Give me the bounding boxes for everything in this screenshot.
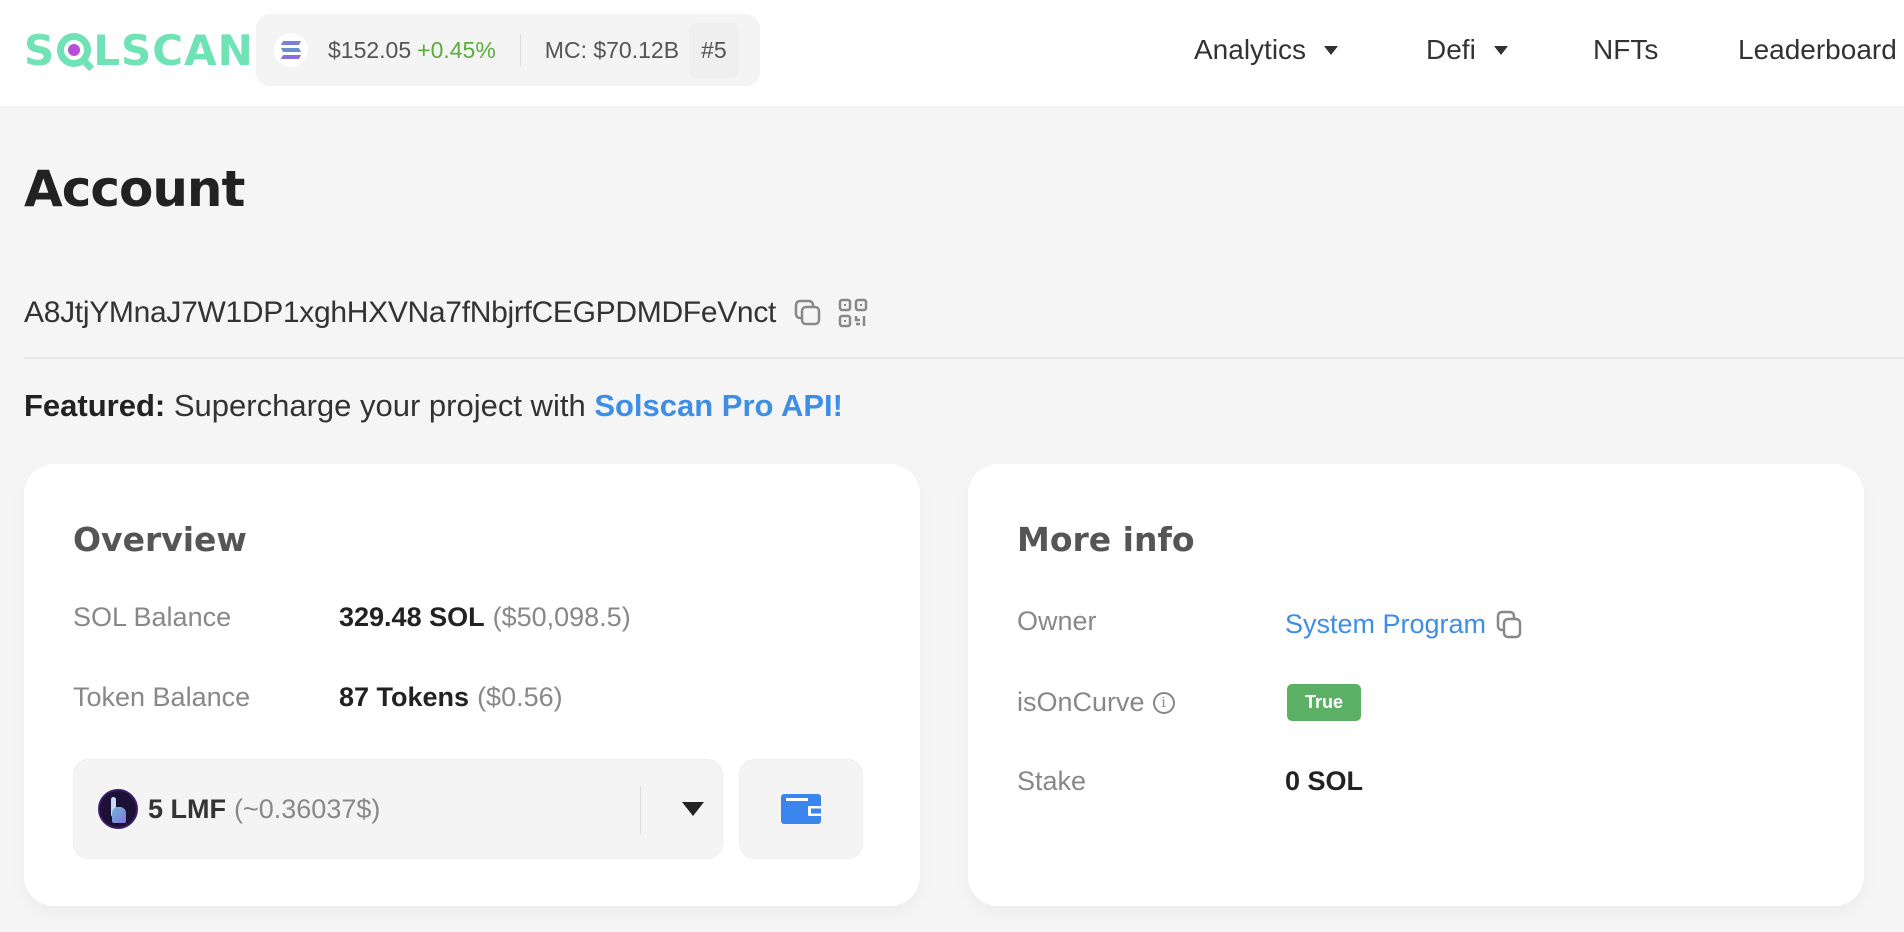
logo-prefix: S (24, 25, 56, 75)
sol-balance-value: 329.48 SOL (339, 602, 485, 632)
is-on-curve-badge: True (1287, 684, 1362, 721)
sol-balance-usd: ($50,098.5) (492, 602, 631, 632)
wallet-button[interactable] (739, 759, 863, 859)
owner-label: Owner (1017, 605, 1097, 636)
owner-link[interactable]: System Program (1285, 609, 1486, 640)
sol-price-pill: $152.05 +0.45% MC: $70.12B #5 (256, 14, 760, 86)
logo-magnifier-icon (57, 33, 92, 67)
featured-text: Supercharge your project with (165, 388, 595, 423)
overview-card: Overview SOL Balance 329.48 SOL ($50,098… (24, 464, 920, 906)
token-balance-row: Token Balance 87 Tokens ($0.56) (73, 682, 563, 713)
stake-label: Stake (1017, 766, 1087, 796)
address-row: A8JtjYMnaJ7W1DP1xghHXVNa7fNbjrfCEGPDMDFe… (24, 292, 870, 334)
more-info-card: More info Owner System Program isOnCurve… (968, 464, 1864, 906)
sol-balance-label: SOL Balance (73, 602, 232, 632)
nav-analytics[interactable]: Analytics (1194, 0, 1339, 100)
qr-code-icon[interactable] (836, 296, 870, 330)
owner-row: Owner System Program (1017, 602, 1524, 640)
nav-nfts[interactable]: NFTs (1593, 0, 1658, 100)
token-balance-label: Token Balance (73, 682, 251, 712)
page-title: Account (24, 160, 245, 218)
token-amount: 5 LMF (148, 793, 226, 824)
section-divider (24, 357, 1904, 359)
solscan-logo[interactable]: S LSCAN (24, 25, 254, 75)
token-balance-value: 87 Tokens (339, 682, 470, 712)
account-address: A8JtjYMnaJ7W1DP1xghHXVNa7fNbjrfCEGPDMDFe… (24, 296, 777, 329)
pill-divider (519, 34, 521, 66)
token-balance-usd: ($0.56) (477, 682, 563, 712)
market-cap: MC: $70.12B (544, 36, 680, 63)
sol-balance-row: SOL Balance 329.48 SOL ($50,098.5) (73, 602, 631, 633)
nav-nfts-label: NFTs (1593, 34, 1659, 65)
featured-label: Featured: (24, 388, 166, 423)
llama-token-icon (98, 789, 138, 829)
caret-down-icon[interactable] (682, 802, 704, 816)
nav-leaderboard-label: Leaderboard (1738, 34, 1897, 65)
is-on-curve-label-wrap: isOnCurve i (1017, 687, 1285, 718)
solscan-pro-api-link[interactable]: Solscan Pro API! (594, 388, 843, 423)
nav-defi-label: Defi (1426, 34, 1476, 65)
copy-icon[interactable] (792, 297, 824, 329)
top-header: S LSCAN $152.05 +0.45% MC: $70.12B #5 Ana… (0, 0, 1904, 106)
nav-leaderboard[interactable]: Leaderboard (1738, 0, 1897, 100)
more-info-title: More info (1017, 520, 1195, 559)
wallet-icon (781, 794, 822, 824)
caret-down-icon (1493, 45, 1508, 55)
info-icon[interactable]: i (1152, 691, 1175, 714)
stake-row: Stake 0 SOL (1017, 766, 1363, 797)
featured-banner: Featured: Supercharge your project with … (24, 388, 843, 424)
logo-suffix: LSCAN (93, 25, 254, 75)
is-on-curve-label: isOnCurve (1017, 687, 1145, 717)
is-on-curve-row: isOnCurve i True (1017, 684, 1362, 721)
overview-title: Overview (73, 520, 247, 559)
select-divider (640, 786, 641, 834)
sol-price-change: +0.45% (417, 36, 496, 63)
caret-down-icon (1324, 45, 1339, 55)
nav-analytics-label: Analytics (1194, 34, 1307, 65)
copy-icon[interactable] (1496, 610, 1524, 640)
market-rank: #5 (689, 22, 739, 78)
token-select-dropdown[interactable]: 5 LMF (~0.36037$) (73, 759, 723, 859)
stake-value: 0 SOL (1285, 766, 1364, 796)
sol-price: $152.05 (328, 36, 412, 63)
solana-icon (274, 33, 308, 67)
token-usd-value: (~0.36037$) (234, 793, 381, 824)
nav-defi[interactable]: Defi (1426, 0, 1508, 100)
